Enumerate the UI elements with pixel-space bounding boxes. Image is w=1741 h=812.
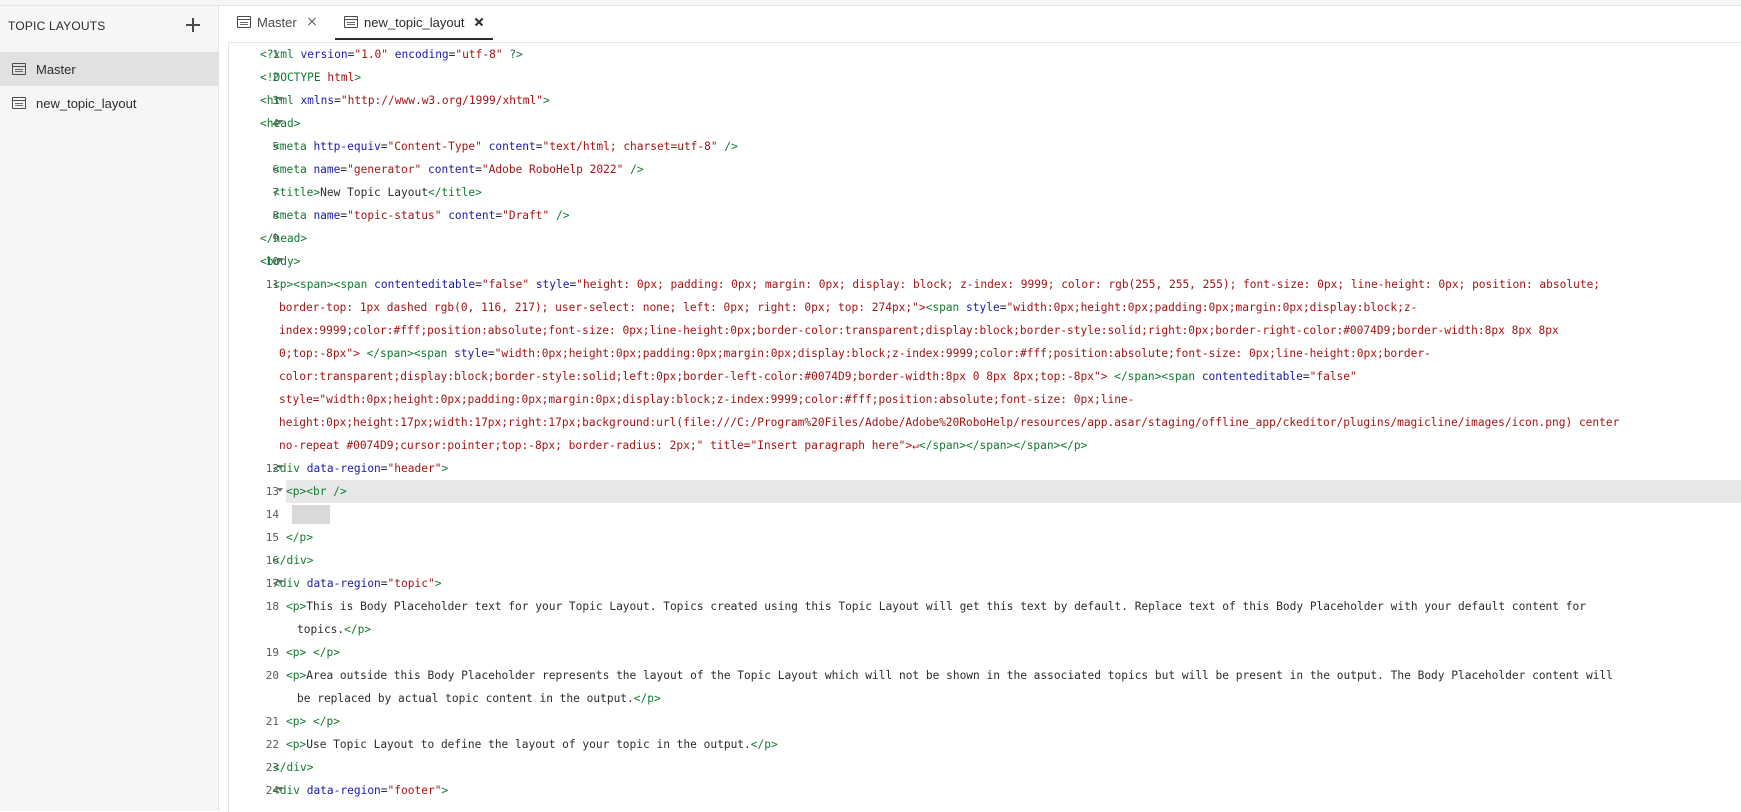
code-line[interactable]: 10 <body> — [229, 250, 1741, 273]
code-wrapped-line: height:0px;height:17px;width:17px;right:… — [279, 416, 1620, 429]
line-number: 20 — [265, 669, 279, 682]
code-line[interactable]: 3 <html xmlns="http://www.w3.org/1999/xht… — [229, 89, 1741, 112]
tab-label: new_topic_layout — [364, 15, 465, 30]
tab-new-topic-layout[interactable]: new_topic_layout — [335, 6, 493, 40]
code-text: <html xmlns="http://www.w3.org/1999/xhtm… — [260, 94, 550, 107]
current-line-highlight — [286, 480, 1741, 503]
panel-title: TOPIC LAYOUTS — [8, 19, 106, 33]
code-text: <div data-region="header"> — [273, 462, 449, 475]
line-number: 5 — [272, 140, 279, 153]
code-text: <div data-region="footer"> — [273, 784, 449, 797]
topic-layouts-panel: TOPIC LAYOUTS Master new_topic_layout — [0, 6, 219, 811]
line-number: 14 — [265, 508, 279, 521]
code-text: </head> — [260, 232, 308, 245]
code-line[interactable]: 11 <p><span><span contenteditable="false"… — [229, 273, 1741, 296]
line-number: 16 — [265, 554, 279, 567]
code-line[interactable]: 12 <div data-region="header"> — [229, 457, 1741, 480]
code-line[interactable]: 1 <?xml version="1.0" encoding="utf-8" ?> — [229, 43, 1741, 66]
line-number: 22 — [265, 738, 279, 751]
code-editor[interactable]: 1 <?xml version="1.0" encoding="utf-8" ?>… — [228, 42, 1741, 812]
line-number: 11 — [265, 278, 279, 291]
selection-highlight — [292, 505, 330, 524]
code-text: <p><br /> — [286, 485, 347, 498]
code-text: <title>New Topic Layout</title> — [273, 186, 482, 199]
code-line[interactable]: 17 <div data-region="topic"> — [229, 572, 1741, 595]
code-line[interactable]: 9 </head> — [229, 227, 1741, 250]
line-number: 6 — [272, 163, 279, 176]
code-line[interactable]: 2 <!DOCTYPE html> — [229, 66, 1741, 89]
code-line[interactable]: 4 <head> — [229, 112, 1741, 135]
code-text: <p> </p> — [286, 715, 340, 728]
panel-header: TOPIC LAYOUTS — [0, 6, 218, 46]
sidebar-item-new-topic-layout[interactable]: new_topic_layout — [0, 86, 218, 120]
close-icon[interactable] — [471, 14, 487, 30]
code-line[interactable]: 23 </div> — [229, 756, 1741, 779]
line-number: 17 — [265, 577, 279, 590]
code-line[interactable]: 19 <p> </p> — [229, 641, 1741, 664]
code-line[interactable]: 20 <p>Area outside this Body Placeholder … — [229, 664, 1741, 687]
code-text: <p> </p> — [286, 646, 340, 659]
code-line[interactable]: 14 — [229, 503, 1741, 526]
code-text: <!DOCTYPE html> — [260, 71, 362, 84]
code-text: <body> — [260, 255, 301, 268]
code-text: </div> — [273, 554, 314, 567]
code-line[interactable]: 16 </div> — [229, 549, 1741, 572]
code-line[interactable]: 18 <p>This is Body Placeholder text for y… — [229, 595, 1741, 618]
code-wrapped-line: border-top: 1px dashed rgb(0, 116, 217);… — [279, 301, 1418, 314]
code-line[interactable]: 5 <meta http-equiv="Content-Type" content… — [229, 135, 1741, 158]
tab-master[interactable]: Master — [228, 6, 324, 40]
line-number: 13 — [265, 485, 279, 498]
code-wrapped-line: topics.</p> — [297, 623, 372, 636]
line-number: 7 — [272, 186, 279, 199]
code-text: <?xml version="1.0" encoding="utf-8" ?> — [260, 48, 523, 61]
line-number: 8 — [272, 209, 279, 222]
code-text: </div> — [273, 761, 314, 774]
fold-arrow-icon[interactable] — [277, 488, 283, 492]
layout-icon — [237, 16, 251, 28]
line-number: 24 — [265, 784, 279, 797]
code-text: <meta http-equiv="Content-Type" content=… — [273, 140, 738, 153]
code-text: <p>This is Body Placeholder text for you… — [286, 600, 1586, 613]
code-wrapped-line: be replaced by actual topic content in t… — [297, 692, 661, 705]
code-line[interactable]: 21 <p> </p> — [229, 710, 1741, 733]
code-text: <p><span><span contenteditable="false" s… — [273, 278, 1601, 291]
code-line[interactable]: 7 <title>New Topic Layout</title> — [229, 181, 1741, 204]
code-text: <meta name="topic-status" content="Draft… — [273, 209, 570, 222]
tab-label: Master — [257, 15, 297, 30]
code-wrapped-line: no-repeat #0074D9;cursor:pointer;top:-8p… — [279, 439, 1088, 452]
layout-icon — [12, 97, 26, 109]
line-number: 18 — [265, 600, 279, 613]
line-number: 12 — [265, 462, 279, 475]
code-line[interactable]: 22 <p>Use Topic Layout to define the layo… — [229, 733, 1741, 756]
plus-icon[interactable] — [181, 13, 205, 37]
code-text: <div data-region="topic"> — [273, 577, 442, 590]
code-text: <head> — [260, 117, 301, 130]
code-wrapped-line: style="width:0px;height:0px;padding:0px;… — [279, 393, 1135, 406]
layout-icon — [344, 16, 358, 28]
sidebar-item-label: new_topic_layout — [36, 96, 137, 111]
code-text: <meta name="generator" content="Adobe Ro… — [273, 163, 644, 176]
line-number: 15 — [265, 531, 279, 544]
code-line[interactable]: 8 <meta name="topic-status" content="Draf… — [229, 204, 1741, 227]
layout-icon — [12, 63, 26, 75]
line-number: 19 — [265, 646, 279, 659]
code-wrapped-line: color:transparent;display:block;border-s… — [279, 370, 1357, 383]
sidebar-item-master[interactable]: Master — [0, 52, 218, 86]
code-text: <p>Area outside this Body Placeholder re… — [286, 669, 1613, 682]
code-line[interactable]: 6 <meta name="generator" content="Adobe R… — [229, 158, 1741, 181]
code-text: </p> — [286, 531, 313, 544]
code-line[interactable]: 15 </p> — [229, 526, 1741, 549]
close-icon[interactable] — [304, 14, 320, 30]
code-line[interactable]: 24 <div data-region="footer"> — [229, 779, 1741, 802]
code-wrapped-line: index:9999;color:#fff;position:absolute;… — [279, 324, 1559, 337]
line-number: 21 — [265, 715, 279, 728]
code-line[interactable]: 13 <p><br /> — [229, 480, 1741, 503]
line-number: 23 — [265, 761, 279, 774]
code-text: <p>Use Topic Layout to define the layout… — [286, 738, 778, 751]
sidebar-item-label: Master — [36, 62, 76, 77]
code-wrapped-line: 0;top:-8px"> </span><span style="width:0… — [279, 347, 1431, 360]
editor-tab-bar: Master new_topic_layout — [228, 6, 1741, 40]
